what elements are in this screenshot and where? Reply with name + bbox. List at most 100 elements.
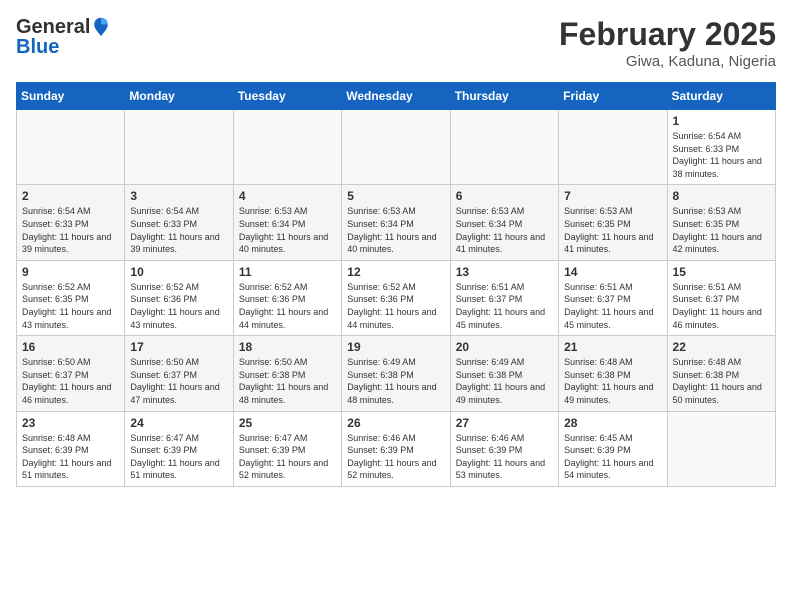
- calendar-cell: 19 Sunrise: 6:49 AM Sunset: 6:38 PM Dayli…: [342, 336, 450, 411]
- day-info: Sunrise: 6:51 AM Sunset: 6:37 PM Dayligh…: [564, 281, 661, 331]
- day-number: 16: [22, 340, 119, 354]
- day-info: Sunrise: 6:54 AM Sunset: 6:33 PM Dayligh…: [130, 205, 227, 255]
- day-info: Sunrise: 6:52 AM Sunset: 6:36 PM Dayligh…: [130, 281, 227, 331]
- day-number: 24: [130, 416, 227, 430]
- day-number: 26: [347, 416, 444, 430]
- title-area: February 2025 Giwa, Kaduna, Nigeria: [559, 16, 776, 70]
- calendar-cell: 18 Sunrise: 6:50 AM Sunset: 6:38 PM Dayli…: [233, 336, 341, 411]
- calendar-week-row: 1 Sunrise: 6:54 AM Sunset: 6:33 PM Daylig…: [17, 110, 776, 185]
- day-info: Sunrise: 6:50 AM Sunset: 6:38 PM Dayligh…: [239, 356, 336, 406]
- day-number: 21: [564, 340, 661, 354]
- calendar-cell: 12Sunrise: 6:52 AM Sunset: 6:36 PM Dayli…: [342, 260, 450, 335]
- calendar-cell: 23 Sunrise: 6:48 AM Sunset: 6:39 PM Dayli…: [17, 411, 125, 486]
- day-info: Sunrise: 6:46 AM Sunset: 6:39 PM Dayligh…: [456, 432, 553, 482]
- calendar-cell: 14Sunrise: 6:51 AM Sunset: 6:37 PM Dayli…: [559, 260, 667, 335]
- calendar-header-saturday: Saturday: [667, 83, 775, 110]
- day-number: 19: [347, 340, 444, 354]
- calendar-cell: 8 Sunrise: 6:53 AM Sunset: 6:35 PM Daylig…: [667, 185, 775, 260]
- calendar-cell: 11 Sunrise: 6:52 AM Sunset: 6:36 PM Dayli…: [233, 260, 341, 335]
- day-number: 3: [130, 189, 227, 203]
- calendar-week-row: 9 Sunrise: 6:52 AM Sunset: 6:35 PM Daylig…: [17, 260, 776, 335]
- calendar-week-row: 2 Sunrise: 6:54 AM Sunset: 6:33 PM Daylig…: [17, 185, 776, 260]
- calendar-cell: 6 Sunrise: 6:53 AM Sunset: 6:34 PM Daylig…: [450, 185, 558, 260]
- calendar-header-friday: Friday: [559, 83, 667, 110]
- day-number: 2: [22, 189, 119, 203]
- day-info: Sunrise: 6:50 AM Sunset: 6:37 PM Dayligh…: [22, 356, 119, 406]
- day-number: 1: [673, 114, 770, 128]
- day-number: 28: [564, 416, 661, 430]
- calendar-cell: 1 Sunrise: 6:54 AM Sunset: 6:33 PM Daylig…: [667, 110, 775, 185]
- calendar-cell: 3 Sunrise: 6:54 AM Sunset: 6:33 PM Daylig…: [125, 185, 233, 260]
- day-info: Sunrise: 6:53 AM Sunset: 6:34 PM Dayligh…: [456, 205, 553, 255]
- day-info: Sunrise: 6:49 AM Sunset: 6:38 PM Dayligh…: [456, 356, 553, 406]
- calendar-week-row: 23 Sunrise: 6:48 AM Sunset: 6:39 PM Dayli…: [17, 411, 776, 486]
- day-number: 5: [347, 189, 444, 203]
- calendar-cell: [342, 110, 450, 185]
- calendar-cell: 27 Sunrise: 6:46 AM Sunset: 6:39 PM Dayli…: [450, 411, 558, 486]
- logo-blue-text: Blue: [16, 36, 59, 58]
- calendar-cell: [559, 110, 667, 185]
- day-info: Sunrise: 6:47 AM Sunset: 6:39 PM Dayligh…: [130, 432, 227, 482]
- calendar-cell: 25 Sunrise: 6:47 AM Sunset: 6:39 PM Dayli…: [233, 411, 341, 486]
- day-number: 6: [456, 189, 553, 203]
- logo: General Blue: [16, 16, 110, 58]
- calendar-cell: 13Sunrise: 6:51 AM Sunset: 6:37 PM Dayli…: [450, 260, 558, 335]
- calendar-cell: 5 Sunrise: 6:53 AM Sunset: 6:34 PM Daylig…: [342, 185, 450, 260]
- day-number: 12: [347, 265, 444, 279]
- day-number: 27: [456, 416, 553, 430]
- calendar-cell: 17 Sunrise: 6:50 AM Sunset: 6:37 PM Dayli…: [125, 336, 233, 411]
- day-info: Sunrise: 6:46 AM Sunset: 6:39 PM Dayligh…: [347, 432, 444, 482]
- calendar-cell: [233, 110, 341, 185]
- day-info: Sunrise: 6:45 AM Sunset: 6:39 PM Dayligh…: [564, 432, 661, 482]
- day-number: 17: [130, 340, 227, 354]
- calendar-header-monday: Monday: [125, 83, 233, 110]
- logo-bird-icon: [92, 16, 110, 38]
- day-info: Sunrise: 6:47 AM Sunset: 6:39 PM Dayligh…: [239, 432, 336, 482]
- calendar-cell: 9 Sunrise: 6:52 AM Sunset: 6:35 PM Daylig…: [17, 260, 125, 335]
- day-info: Sunrise: 6:53 AM Sunset: 6:34 PM Dayligh…: [347, 205, 444, 255]
- day-number: 20: [456, 340, 553, 354]
- header: General Blue February 2025 Giwa, Kaduna,…: [16, 16, 776, 70]
- calendar-cell: 2 Sunrise: 6:54 AM Sunset: 6:33 PM Daylig…: [17, 185, 125, 260]
- day-info: Sunrise: 6:52 AM Sunset: 6:36 PM Dayligh…: [239, 281, 336, 331]
- calendar-cell: 21 Sunrise: 6:48 AM Sunset: 6:38 PM Dayli…: [559, 336, 667, 411]
- day-info: Sunrise: 6:48 AM Sunset: 6:39 PM Dayligh…: [22, 432, 119, 482]
- day-number: 11: [239, 265, 336, 279]
- day-number: 15: [673, 265, 770, 279]
- calendar-cell: 16 Sunrise: 6:50 AM Sunset: 6:37 PM Dayli…: [17, 336, 125, 411]
- calendar-cell: 7 Sunrise: 6:53 AM Sunset: 6:35 PM Daylig…: [559, 185, 667, 260]
- day-number: 7: [564, 189, 661, 203]
- calendar-cell: 4 Sunrise: 6:53 AM Sunset: 6:34 PM Daylig…: [233, 185, 341, 260]
- day-number: 25: [239, 416, 336, 430]
- day-number: 22: [673, 340, 770, 354]
- day-info: Sunrise: 6:48 AM Sunset: 6:38 PM Dayligh…: [564, 356, 661, 406]
- day-info: Sunrise: 6:49 AM Sunset: 6:38 PM Dayligh…: [347, 356, 444, 406]
- day-info: Sunrise: 6:54 AM Sunset: 6:33 PM Dayligh…: [22, 205, 119, 255]
- day-info: Sunrise: 6:53 AM Sunset: 6:34 PM Dayligh…: [239, 205, 336, 255]
- calendar-cell: [667, 411, 775, 486]
- day-number: 9: [22, 265, 119, 279]
- day-info: Sunrise: 6:53 AM Sunset: 6:35 PM Dayligh…: [673, 205, 770, 255]
- month-title: February 2025: [559, 16, 776, 53]
- calendar-cell: 28 Sunrise: 6:45 AM Sunset: 6:39 PM Dayli…: [559, 411, 667, 486]
- calendar-cell: [450, 110, 558, 185]
- day-number: 18: [239, 340, 336, 354]
- day-info: Sunrise: 6:54 AM Sunset: 6:33 PM Dayligh…: [673, 130, 770, 180]
- calendar-header-sunday: Sunday: [17, 83, 125, 110]
- calendar-header-wednesday: Wednesday: [342, 83, 450, 110]
- day-info: Sunrise: 6:51 AM Sunset: 6:37 PM Dayligh…: [673, 281, 770, 331]
- day-info: Sunrise: 6:51 AM Sunset: 6:37 PM Dayligh…: [456, 281, 553, 331]
- location-subtitle: Giwa, Kaduna, Nigeria: [559, 53, 776, 70]
- day-info: Sunrise: 6:52 AM Sunset: 6:35 PM Dayligh…: [22, 281, 119, 331]
- calendar-cell: 15 Sunrise: 6:51 AM Sunset: 6:37 PM Dayli…: [667, 260, 775, 335]
- day-number: 4: [239, 189, 336, 203]
- calendar-cell: [17, 110, 125, 185]
- logo-general-text: General: [16, 16, 90, 38]
- day-info: Sunrise: 6:50 AM Sunset: 6:37 PM Dayligh…: [130, 356, 227, 406]
- calendar-header-thursday: Thursday: [450, 83, 558, 110]
- calendar-cell: 10Sunrise: 6:52 AM Sunset: 6:36 PM Dayli…: [125, 260, 233, 335]
- calendar-cell: 26 Sunrise: 6:46 AM Sunset: 6:39 PM Dayli…: [342, 411, 450, 486]
- day-number: 8: [673, 189, 770, 203]
- day-info: Sunrise: 6:53 AM Sunset: 6:35 PM Dayligh…: [564, 205, 661, 255]
- day-number: 23: [22, 416, 119, 430]
